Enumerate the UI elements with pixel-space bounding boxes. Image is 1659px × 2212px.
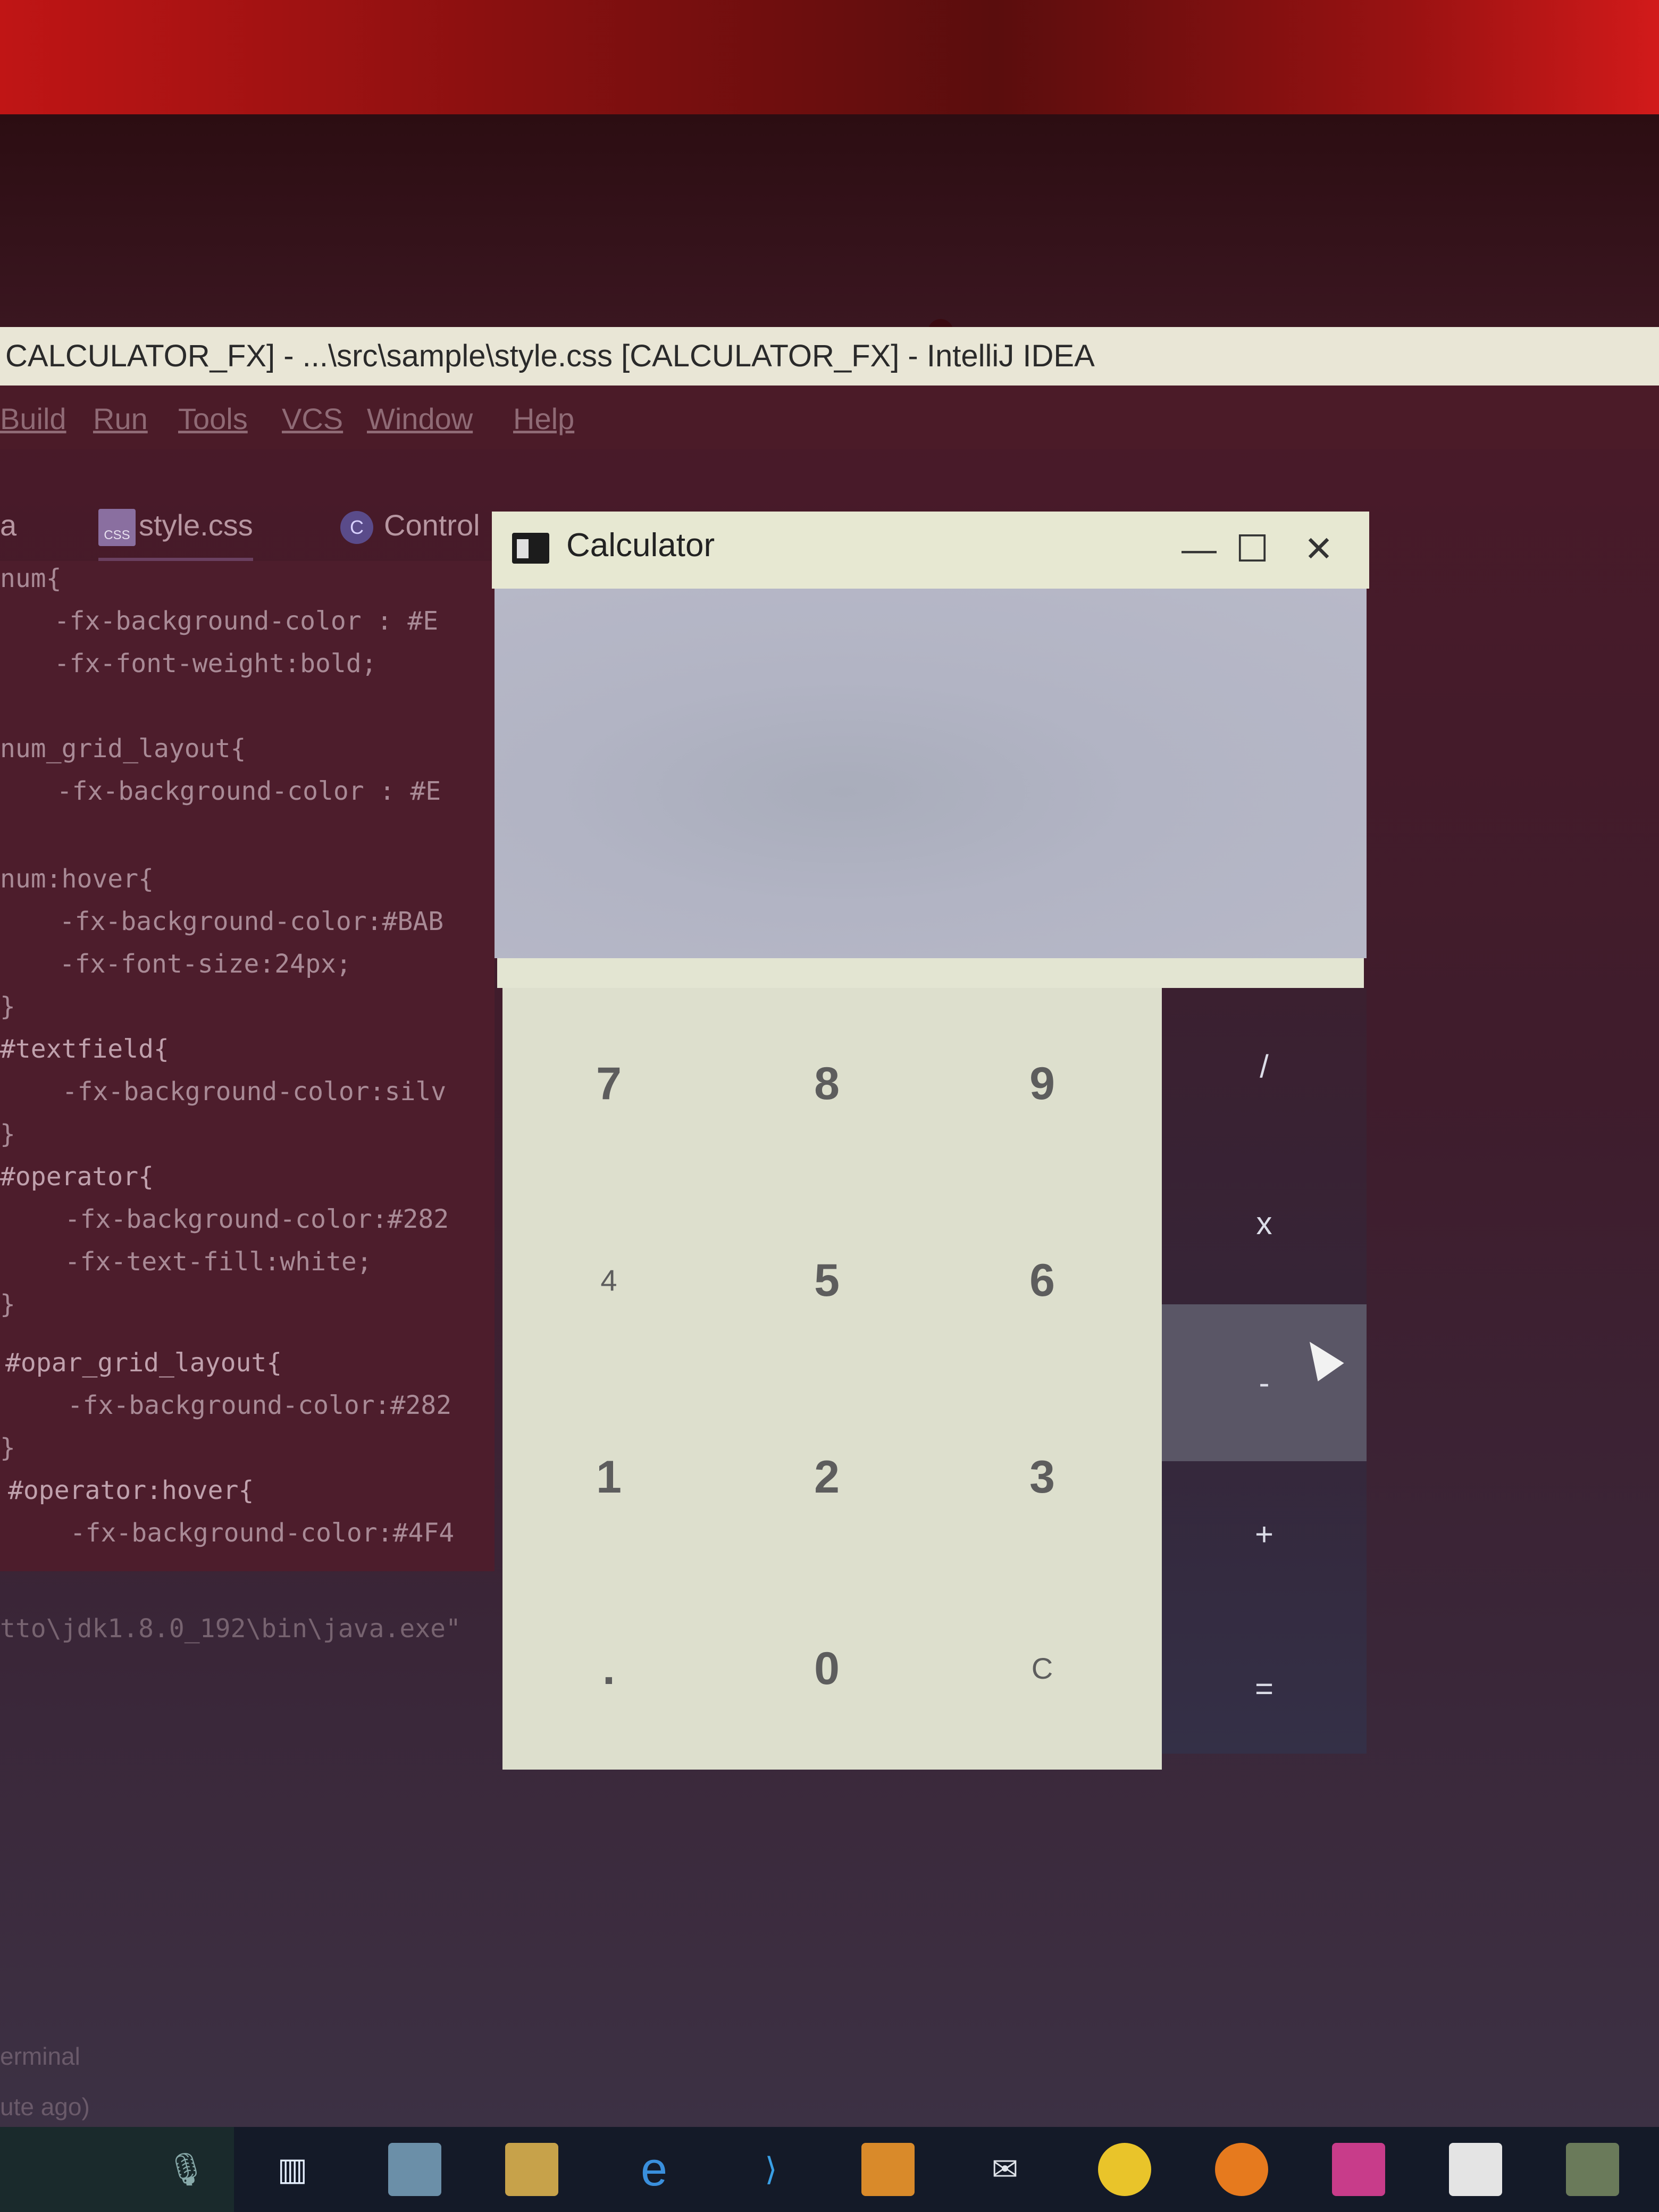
edge-icon[interactable]: e [627,2143,681,2196]
ide-window-title: CALCULATOR_FX] - ...\src\sample\style.cs… [0,327,1659,386]
display-divider [497,958,1364,988]
key-1[interactable]: 1 [502,1381,715,1573]
microphone-icon[interactable]: 🎙 [160,2143,213,2196]
code-line: -fx-background-color : #E [11,776,441,806]
key-multiply[interactable]: x [1162,1145,1367,1302]
code-line: -fx-font-weight:bold; [8,649,377,678]
code-line: -fx-font-size:24px; [13,949,351,979]
key-divide[interactable]: / [1162,988,1367,1145]
store-icon[interactable] [861,2143,915,2196]
chrome-icon[interactable] [1098,2143,1151,2196]
tab-partial[interactable]: a [0,508,16,542]
menu-window[interactable]: Window [367,401,473,436]
tab-style-css[interactable]: CSS style.css [98,508,253,563]
key-add[interactable]: + [1162,1456,1367,1613]
tab-control-label: Control [384,508,480,542]
terminal-tab[interactable]: erminal [0,2042,80,2071]
taskbar: 🎙 ▥ e ⟩ ✉ [0,2127,1659,2212]
code-line: -fx-background-color:silv [16,1077,447,1107]
firefox-icon[interactable] [1215,2143,1268,2196]
background-wall [0,0,1659,114]
run-console-line: tto\jdk1.8.0_192\bin\java.exe" [0,1614,461,1644]
close-button[interactable]: ✕ [1289,522,1348,575]
app-icon[interactable] [1566,2143,1619,2196]
calculator-window: Calculator — ☐ ✕ 7 8 9 4 5 6 1 2 3 . 0 C… [492,512,1369,1772]
menu-help[interactable]: Help [513,401,574,436]
class-file-icon: C [340,511,373,544]
key-7[interactable]: 7 [502,988,715,1179]
code-line: num_grid_layout{ [0,734,246,764]
maximize-button[interactable]: ☐ [1210,522,1295,575]
monitor-bezel [0,114,1659,345]
media-icon[interactable] [1449,2143,1502,2196]
key-equals[interactable]: = [1162,1610,1367,1767]
mail-icon[interactable]: ✉ [978,2143,1032,2196]
menu-vcs[interactable]: VCS [282,401,343,436]
code-editor[interactable]: num{ -fx-background-color : #E -fx-font-… [0,561,495,1348]
code-line: -fx-text-fill:white; [19,1247,372,1277]
menu-run[interactable]: Run [93,401,148,436]
key-3[interactable]: 3 [936,1381,1149,1573]
editor-tabs: a CSS style.css C Control [0,502,489,563]
css-file-icon: CSS [98,509,136,547]
code-line: #operator{ [0,1162,154,1192]
code-line: } [0,1433,15,1463]
key-4[interactable]: 4 [502,1185,715,1376]
calculator-title: Calculator [566,527,715,564]
code-line: -fx-background-color:#BAB [13,907,444,936]
code-line: -fx-background-color : #E [8,606,439,636]
code-line: -fx-background-color:#282 [21,1390,452,1420]
key-clear[interactable]: C [936,1573,1149,1764]
folder-icon[interactable] [388,2143,441,2196]
key-decimal[interactable]: . [502,1573,715,1764]
key-6[interactable]: 6 [936,1185,1149,1376]
key-9[interactable]: 9 [936,988,1149,1179]
calculator-title-bar[interactable]: Calculator — ☐ ✕ [492,512,1369,589]
taskbar-search[interactable]: 🎙 [0,2127,234,2212]
code-line: #opar_grid_layout{ [5,1348,282,1378]
code-line: } [0,1119,15,1149]
code-line: num:hover{ [0,864,154,894]
tab-controller[interactable]: C Control [340,508,480,544]
status-time: ute ago) [0,2093,90,2121]
code-line: -fx-background-color:#4F4 [24,1518,455,1548]
menu-build[interactable]: Build [0,401,66,436]
key-8[interactable]: 8 [720,988,933,1179]
key-2[interactable]: 2 [720,1381,933,1573]
code-line: -fx-background-color:#282 [19,1204,449,1234]
code-line: num{ [0,564,62,593]
code-line: #textfield{ [0,1034,169,1064]
ide-menu-bar: Build Run Tools VCS Window Help [0,386,1659,449]
key-5[interactable]: 5 [720,1185,933,1376]
vscode-icon[interactable]: ⟩ [744,2143,798,2196]
code-line: } [0,992,15,1021]
calculator-display[interactable] [495,589,1367,958]
key-subtract[interactable]: - [1162,1304,1367,1461]
code-line: #operator:hover{ [8,1476,254,1505]
operator-pad: / x - + = [1162,988,1367,1754]
key-0[interactable]: 0 [720,1573,933,1764]
number-pad: 7 8 9 4 5 6 1 2 3 . 0 C [502,988,1162,1770]
code-line: } [0,1289,15,1319]
intellij-icon[interactable] [1332,2143,1385,2196]
tab-style-label: style.css [139,508,253,542]
app-window-icon [512,533,549,564]
task-view-icon[interactable]: ▥ [266,2143,319,2196]
code-editor-lower[interactable]: #opar_grid_layout{ -fx-background-color:… [0,1348,495,1571]
menu-tools[interactable]: Tools [178,401,248,436]
file-explorer-icon[interactable] [505,2143,558,2196]
